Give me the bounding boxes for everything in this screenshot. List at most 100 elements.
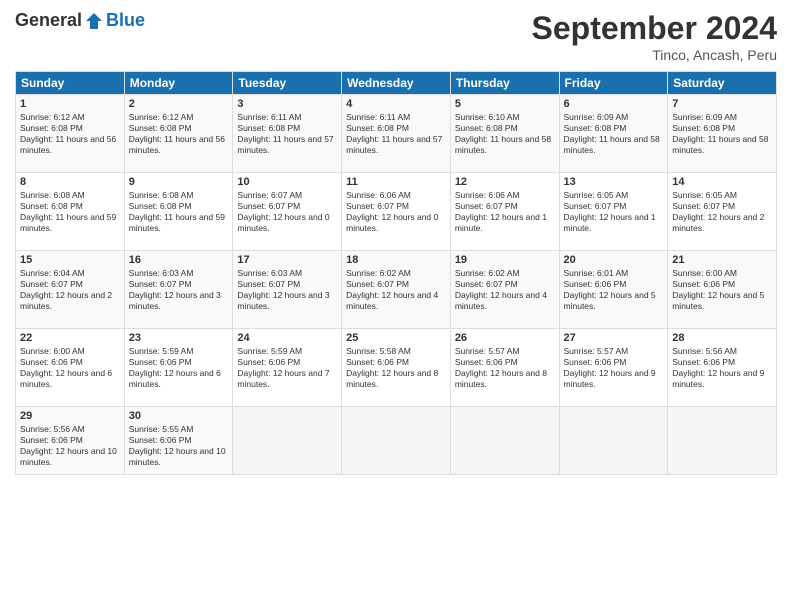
sunset-text: Sunset: 6:06 PM <box>20 435 120 446</box>
sunrise-text: Sunrise: 6:05 AM <box>564 190 664 201</box>
day-info: Sunrise: 6:04 AM Sunset: 6:07 PM Dayligh… <box>20 268 120 312</box>
sunrise-text: Sunrise: 6:09 AM <box>564 112 664 123</box>
sunrise-text: Sunrise: 5:59 AM <box>237 346 337 357</box>
logo-icon <box>84 11 104 31</box>
day-info: Sunrise: 6:08 AM Sunset: 6:08 PM Dayligh… <box>129 190 229 234</box>
table-row: 30 Sunrise: 5:55 AM Sunset: 6:06 PM Dayl… <box>124 407 233 475</box>
day-info: Sunrise: 6:05 AM Sunset: 6:07 PM Dayligh… <box>672 190 772 234</box>
table-row <box>450 407 559 475</box>
day-number: 25 <box>346 332 446 344</box>
daylight-text: Daylight: 12 hours and 0 minutes. <box>346 212 446 234</box>
sunrise-text: Sunrise: 6:06 AM <box>455 190 555 201</box>
table-row: 17 Sunrise: 6:03 AM Sunset: 6:07 PM Dayl… <box>233 251 342 329</box>
logo-general-text: General <box>15 10 82 31</box>
sunset-text: Sunset: 6:07 PM <box>672 201 772 212</box>
sunrise-text: Sunrise: 6:12 AM <box>129 112 229 123</box>
day-number: 12 <box>455 176 555 188</box>
table-row: 18 Sunrise: 6:02 AM Sunset: 6:07 PM Dayl… <box>342 251 451 329</box>
daylight-text: Daylight: 12 hours and 2 minutes. <box>672 212 772 234</box>
table-row: 13 Sunrise: 6:05 AM Sunset: 6:07 PM Dayl… <box>559 173 668 251</box>
table-row: 20 Sunrise: 6:01 AM Sunset: 6:06 PM Dayl… <box>559 251 668 329</box>
daylight-text: Daylight: 12 hours and 10 minutes. <box>129 446 229 468</box>
header: General Blue September 2024 Tinco, Ancas… <box>15 10 777 63</box>
table-row: 27 Sunrise: 5:57 AM Sunset: 6:06 PM Dayl… <box>559 329 668 407</box>
day-info: Sunrise: 5:57 AM Sunset: 6:06 PM Dayligh… <box>564 346 664 390</box>
daylight-text: Daylight: 11 hours and 57 minutes. <box>237 134 337 156</box>
sunrise-text: Sunrise: 6:08 AM <box>20 190 120 201</box>
day-number: 22 <box>20 332 120 344</box>
day-number: 29 <box>20 410 120 422</box>
day-info: Sunrise: 6:12 AM Sunset: 6:08 PM Dayligh… <box>129 112 229 156</box>
sunset-text: Sunset: 6:06 PM <box>346 357 446 368</box>
day-number: 21 <box>672 254 772 266</box>
sunset-text: Sunset: 6:07 PM <box>346 279 446 290</box>
day-info: Sunrise: 5:59 AM Sunset: 6:06 PM Dayligh… <box>129 346 229 390</box>
table-row: 26 Sunrise: 5:57 AM Sunset: 6:06 PM Dayl… <box>450 329 559 407</box>
sunset-text: Sunset: 6:06 PM <box>129 435 229 446</box>
sunset-text: Sunset: 6:07 PM <box>129 279 229 290</box>
day-info: Sunrise: 6:00 AM Sunset: 6:06 PM Dayligh… <box>672 268 772 312</box>
sunrise-text: Sunrise: 6:05 AM <box>672 190 772 201</box>
day-number: 19 <box>455 254 555 266</box>
table-row: 11 Sunrise: 6:06 AM Sunset: 6:07 PM Dayl… <box>342 173 451 251</box>
day-info: Sunrise: 6:00 AM Sunset: 6:06 PM Dayligh… <box>20 346 120 390</box>
col-header-monday: Monday <box>124 72 233 95</box>
daylight-text: Daylight: 12 hours and 5 minutes. <box>672 290 772 312</box>
sunset-text: Sunset: 6:08 PM <box>20 201 120 212</box>
daylight-text: Daylight: 12 hours and 1 minute. <box>564 212 664 234</box>
sunset-text: Sunset: 6:07 PM <box>346 201 446 212</box>
day-number: 20 <box>564 254 664 266</box>
table-row: 22 Sunrise: 6:00 AM Sunset: 6:06 PM Dayl… <box>16 329 125 407</box>
sunrise-text: Sunrise: 6:11 AM <box>346 112 446 123</box>
sunset-text: Sunset: 6:06 PM <box>129 357 229 368</box>
table-row <box>342 407 451 475</box>
day-number: 28 <box>672 332 772 344</box>
table-row: 23 Sunrise: 5:59 AM Sunset: 6:06 PM Dayl… <box>124 329 233 407</box>
day-number: 7 <box>672 98 772 110</box>
table-row <box>559 407 668 475</box>
sunrise-text: Sunrise: 5:56 AM <box>20 424 120 435</box>
sunrise-text: Sunrise: 6:01 AM <box>564 268 664 279</box>
sunrise-text: Sunrise: 6:02 AM <box>346 268 446 279</box>
day-number: 26 <box>455 332 555 344</box>
day-number: 27 <box>564 332 664 344</box>
month-title: September 2024 <box>532 10 777 47</box>
day-number: 14 <box>672 176 772 188</box>
col-header-thursday: Thursday <box>450 72 559 95</box>
day-info: Sunrise: 5:56 AM Sunset: 6:06 PM Dayligh… <box>672 346 772 390</box>
sunrise-text: Sunrise: 5:57 AM <box>455 346 555 357</box>
table-row: 24 Sunrise: 5:59 AM Sunset: 6:06 PM Dayl… <box>233 329 342 407</box>
sunrise-text: Sunrise: 6:04 AM <box>20 268 120 279</box>
sunset-text: Sunset: 6:07 PM <box>237 201 337 212</box>
day-info: Sunrise: 5:55 AM Sunset: 6:06 PM Dayligh… <box>129 424 229 468</box>
daylight-text: Daylight: 11 hours and 58 minutes. <box>455 134 555 156</box>
day-info: Sunrise: 6:01 AM Sunset: 6:06 PM Dayligh… <box>564 268 664 312</box>
day-number: 13 <box>564 176 664 188</box>
day-number: 24 <box>237 332 337 344</box>
sunset-text: Sunset: 6:06 PM <box>455 357 555 368</box>
day-info: Sunrise: 6:06 AM Sunset: 6:07 PM Dayligh… <box>455 190 555 234</box>
sunrise-text: Sunrise: 5:56 AM <box>672 346 772 357</box>
day-info: Sunrise: 6:11 AM Sunset: 6:08 PM Dayligh… <box>346 112 446 156</box>
day-info: Sunrise: 6:03 AM Sunset: 6:07 PM Dayligh… <box>237 268 337 312</box>
day-info: Sunrise: 6:07 AM Sunset: 6:07 PM Dayligh… <box>237 190 337 234</box>
sunrise-text: Sunrise: 6:12 AM <box>20 112 120 123</box>
daylight-text: Daylight: 11 hours and 56 minutes. <box>20 134 120 156</box>
table-row: 16 Sunrise: 6:03 AM Sunset: 6:07 PM Dayl… <box>124 251 233 329</box>
location: Tinco, Ancash, Peru <box>532 47 777 63</box>
day-info: Sunrise: 5:56 AM Sunset: 6:06 PM Dayligh… <box>20 424 120 468</box>
day-number: 9 <box>129 176 229 188</box>
daylight-text: Daylight: 12 hours and 3 minutes. <box>237 290 337 312</box>
day-number: 30 <box>129 410 229 422</box>
sunrise-text: Sunrise: 6:00 AM <box>672 268 772 279</box>
day-number: 2 <box>129 98 229 110</box>
col-header-wednesday: Wednesday <box>342 72 451 95</box>
table-row: 2 Sunrise: 6:12 AM Sunset: 6:08 PM Dayli… <box>124 95 233 173</box>
daylight-text: Daylight: 12 hours and 10 minutes. <box>20 446 120 468</box>
daylight-text: Daylight: 11 hours and 57 minutes. <box>346 134 446 156</box>
table-row: 12 Sunrise: 6:06 AM Sunset: 6:07 PM Dayl… <box>450 173 559 251</box>
sunset-text: Sunset: 6:06 PM <box>564 357 664 368</box>
daylight-text: Daylight: 11 hours and 59 minutes. <box>129 212 229 234</box>
daylight-text: Daylight: 11 hours and 58 minutes. <box>672 134 772 156</box>
sunrise-text: Sunrise: 6:11 AM <box>237 112 337 123</box>
